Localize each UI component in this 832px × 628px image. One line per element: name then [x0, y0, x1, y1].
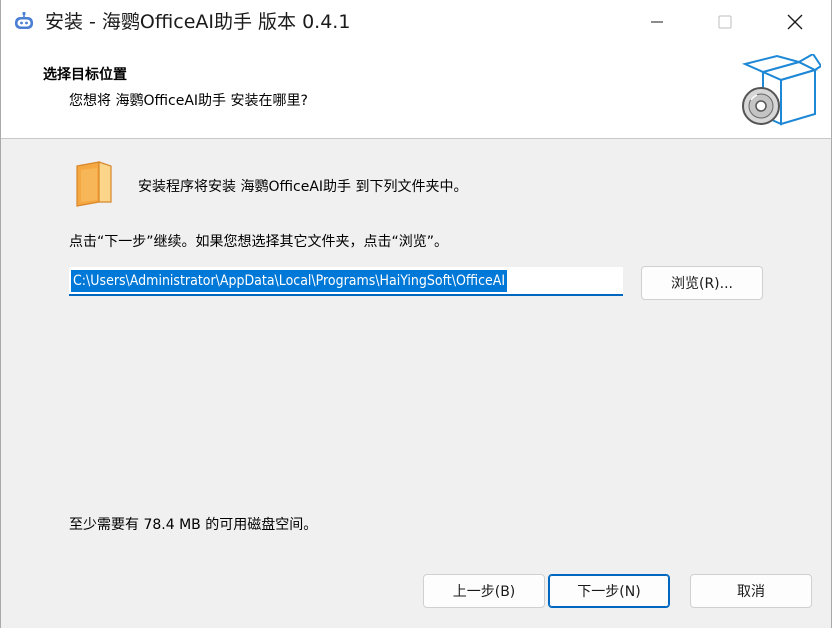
installer-window: 安装 - 海鹦OfficeAI助手 版本 0.4.1 选择目标位置 您想将 海鹦… — [0, 0, 832, 628]
window-title: 安装 - 海鹦OfficeAI助手 版本 0.4.1 — [45, 11, 351, 33]
back-button[interactable]: 上一步(B) — [423, 574, 545, 608]
folder-icon — [76, 161, 112, 207]
close-icon — [787, 14, 803, 30]
close-button[interactable] — [761, 0, 829, 44]
disk-space-text: 至少需要有 78.4 MB 的可用磁盘空间。 — [69, 517, 318, 533]
wizard-header: 选择目标位置 您想将 海鹦OfficeAI助手 安装在哪里? — [1, 44, 831, 139]
page-title: 选择目标位置 — [43, 67, 127, 83]
next-button[interactable]: 下一步(N) — [548, 574, 670, 608]
minimize-button[interactable] — [623, 0, 691, 44]
page-subtitle: 您想将 海鹦OfficeAI助手 安装在哪里? — [69, 93, 308, 109]
cancel-button[interactable]: 取消 — [690, 574, 812, 608]
maximize-icon — [718, 15, 732, 29]
instruction-text: 点击“下一步”继续。如果您想选择其它文件夹，点击“浏览”。 — [69, 234, 449, 250]
title-bar[interactable]: 安装 - 海鹦OfficeAI助手 版本 0.4.1 — [1, 0, 831, 44]
maximize-button[interactable] — [691, 0, 759, 44]
browse-button[interactable]: 浏览(R)... — [641, 266, 763, 300]
box-disc-icon — [741, 54, 821, 126]
install-path-input[interactable]: C:\Users\Administrator\AppData\Local\Pro… — [69, 267, 623, 296]
robot-app-icon — [15, 11, 33, 29]
minimize-icon — [651, 21, 663, 23]
intro-text: 安装程序将安装 海鹦OfficeAI助手 到下列文件夹中。 — [138, 179, 468, 195]
install-path-value: C:\Users\Administrator\AppData\Local\Pro… — [71, 270, 508, 292]
